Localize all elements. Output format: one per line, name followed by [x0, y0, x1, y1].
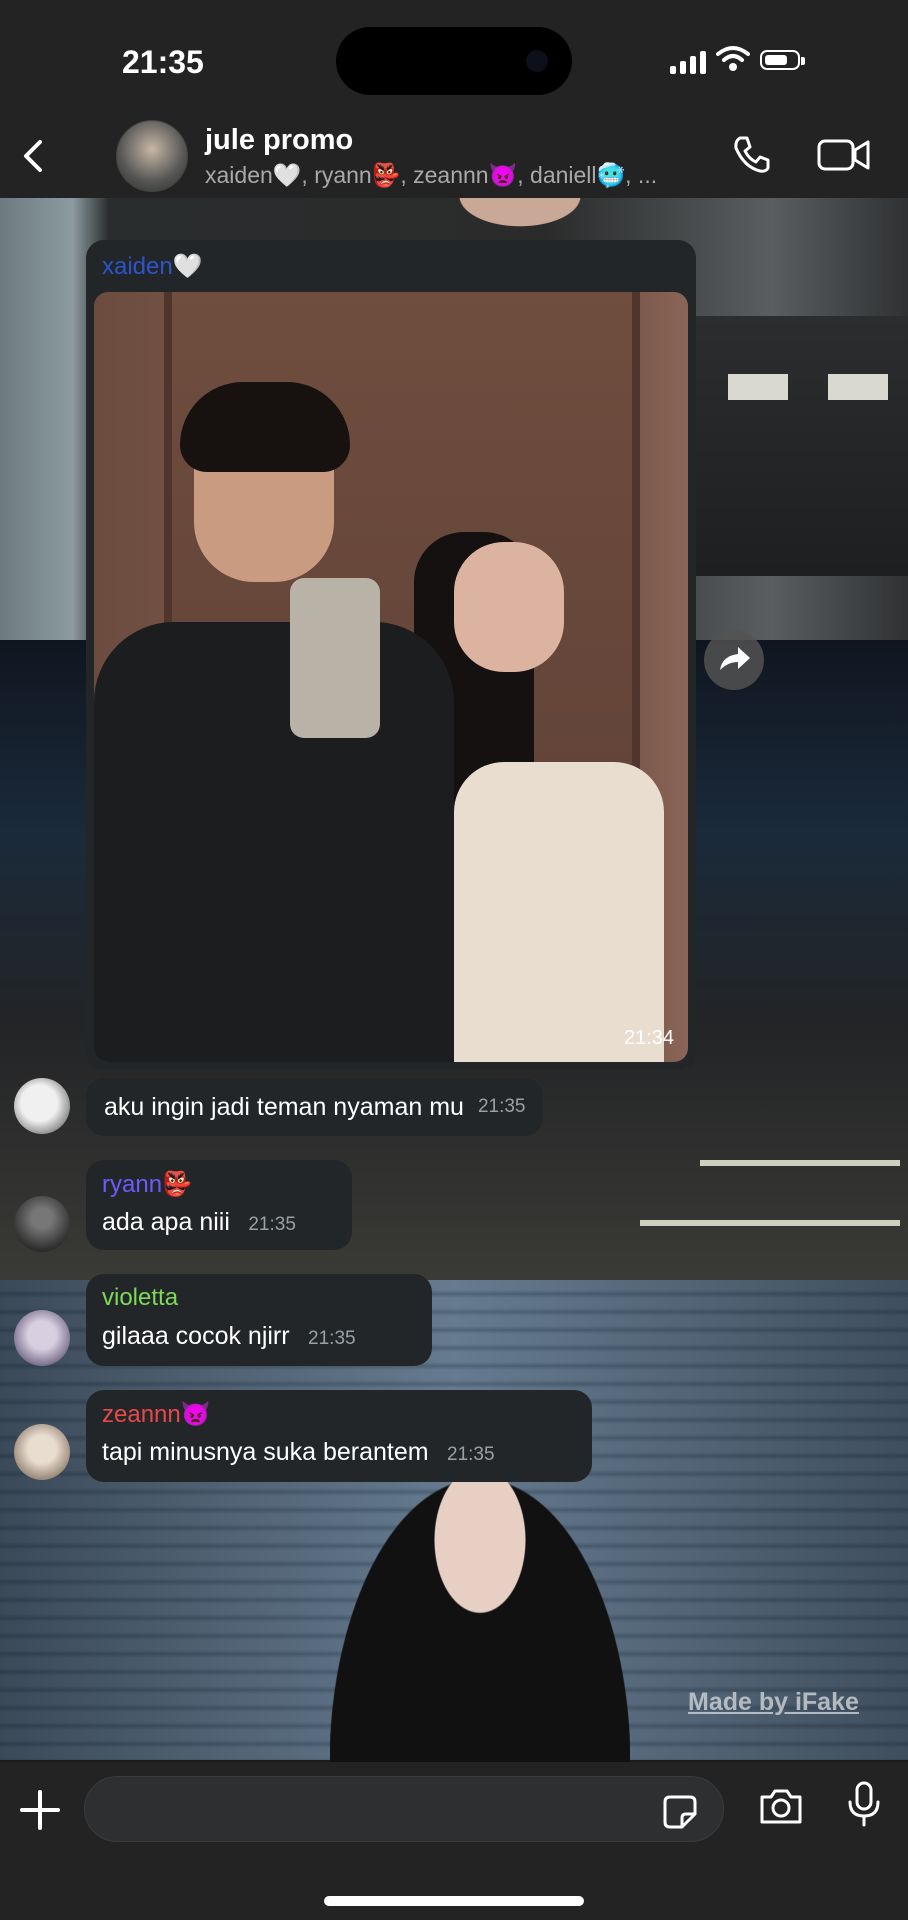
status-bar: 21:35 — [0, 0, 908, 120]
battery-icon — [760, 50, 805, 70]
dynamic-island — [336, 27, 572, 95]
shared-photo[interactable]: 21:34 — [94, 292, 688, 1062]
message-sender: violetta — [102, 1284, 179, 1311]
message-sender: ryann👺 — [102, 1171, 192, 1198]
image-message[interactable]: xaiden🤍 21:34 — [86, 240, 696, 1070]
back-icon[interactable] — [14, 132, 54, 180]
message-time: 21:34 — [623, 1027, 674, 1049]
message-bubble[interactable]: violetta gilaaa cocok njirr 21:35 — [86, 1274, 432, 1366]
message-sender: xaiden🤍 — [102, 253, 203, 280]
mic-icon[interactable] — [846, 1780, 882, 1828]
message-text: aku ingin jadi teman nyaman mu — [104, 1092, 464, 1121]
avatar[interactable] — [14, 1424, 70, 1480]
message-input[interactable] — [84, 1776, 724, 1842]
status-time: 21:35 — [122, 44, 204, 80]
message-text: tapi minusnya suka berantem — [102, 1438, 429, 1466]
avatar[interactable] — [14, 1310, 70, 1366]
avatar[interactable] — [14, 1078, 70, 1134]
wifi-icon — [716, 46, 750, 71]
share-icon[interactable] — [704, 630, 764, 690]
message-time: 21:35 — [308, 1328, 356, 1349]
avatar[interactable] — [14, 1196, 70, 1252]
message-text: gilaaa cocok njirr — [102, 1322, 290, 1350]
camera-icon[interactable] — [758, 1786, 804, 1826]
plus-icon[interactable] — [20, 1790, 60, 1830]
chat-title[interactable]: jule promo — [205, 124, 353, 157]
message-bubble[interactable]: aku ingin jadi teman nyaman mu 21:35 — [86, 1078, 544, 1136]
signal-icon — [670, 50, 710, 74]
group-avatar[interactable] — [116, 120, 188, 192]
message-sender: zeannn👿 — [102, 1401, 211, 1428]
video-icon[interactable] — [816, 132, 872, 176]
chat-header: jule promo xaiden🤍, ryann👺, zeannn👿, dan… — [0, 120, 908, 198]
message-bubble[interactable]: zeannn👿 tapi minusnya suka berantem 21:3… — [86, 1390, 592, 1482]
sticker-icon[interactable] — [662, 1794, 698, 1830]
home-indicator — [324, 1896, 584, 1906]
phone-icon[interactable] — [730, 132, 774, 176]
message-bubble[interactable]: ryann👺 ada apa niii 21:35 — [86, 1160, 352, 1250]
message-text: ada apa niii — [102, 1208, 230, 1236]
message-time: 21:35 — [477, 1096, 526, 1117]
message-time: 21:35 — [447, 1444, 495, 1465]
message-time: 21:35 — [248, 1214, 296, 1235]
chat-members[interactable]: xaiden🤍, ryann👺, zeannn👿, daniell🥶, ... — [205, 162, 715, 189]
watermark: Made by iFake — [688, 1688, 859, 1716]
